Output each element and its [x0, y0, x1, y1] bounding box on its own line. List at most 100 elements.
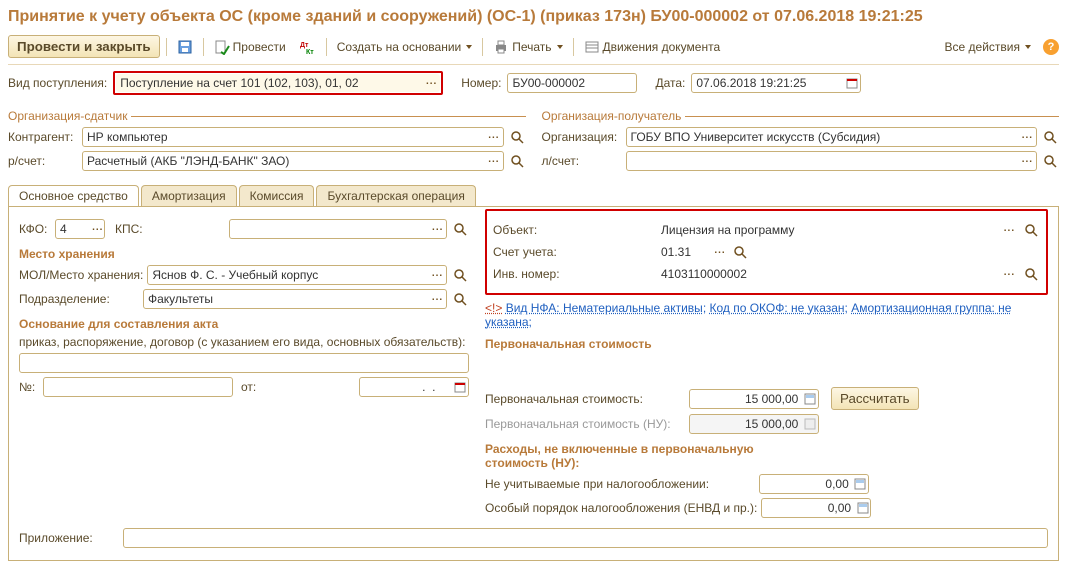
post-close-button[interactable]: Провести и закрыть — [8, 35, 160, 58]
kfo-field[interactable]: ... — [55, 219, 105, 239]
search-icon[interactable] — [1022, 265, 1040, 283]
org-field[interactable]: ... — [626, 127, 1038, 147]
caret-icon — [466, 45, 472, 49]
dtkt-button[interactable]: ДтКт — [296, 36, 320, 58]
calc-icon[interactable] — [853, 475, 868, 493]
separator — [326, 38, 327, 56]
date-field[interactable] — [691, 73, 861, 93]
save-icon-button[interactable] — [173, 36, 197, 58]
ellipsis-icon[interactable]: ... — [1019, 128, 1036, 146]
ellipsis-icon[interactable]: ... — [1001, 265, 1018, 283]
search-icon[interactable] — [508, 152, 526, 170]
akt-text-input[interactable] — [20, 356, 468, 370]
calc-icon[interactable] — [802, 390, 818, 408]
date-input[interactable] — [692, 76, 844, 90]
raccount-input[interactable] — [83, 154, 485, 168]
dept-input[interactable] — [144, 292, 429, 306]
envd-input[interactable] — [762, 501, 855, 515]
kontragent-label: Контрагент: — [8, 130, 78, 144]
notax-input[interactable] — [760, 477, 853, 491]
mol-input[interactable] — [148, 268, 429, 282]
ellipsis-icon[interactable]: ... — [485, 152, 502, 170]
mol-field[interactable]: ... — [147, 265, 447, 285]
search-icon[interactable] — [451, 266, 469, 284]
ellipsis-icon[interactable]: ... — [1001, 221, 1018, 239]
separator — [166, 38, 167, 56]
laccount-field[interactable]: ... — [626, 151, 1038, 171]
print-button[interactable]: Печать — [489, 36, 566, 58]
akt-head: Основание для составления акта — [19, 317, 469, 331]
inv-field[interactable]: ... — [657, 265, 1018, 283]
tab-operation[interactable]: Бухгалтерская операция — [316, 185, 475, 206]
receiver-group: Организация-получатель — [542, 109, 1060, 123]
account-field[interactable]: ... — [657, 243, 727, 261]
notax-field[interactable] — [759, 474, 869, 494]
ellipsis-icon[interactable]: ... — [713, 243, 727, 261]
help-icon[interactable]: ? — [1043, 39, 1059, 55]
tab-os[interactable]: Основное средство — [8, 185, 139, 206]
num-label: №: — [19, 380, 39, 394]
recalculate-button[interactable]: Рассчитать — [831, 387, 919, 410]
raccount-field[interactable]: ... — [82, 151, 504, 171]
nfa-link1[interactable]: Вид НФА: Нематериальные активы — [506, 301, 703, 315]
akt-text-field[interactable] — [19, 353, 469, 373]
dept-field[interactable]: ... — [143, 289, 447, 309]
first-cost-field[interactable] — [689, 389, 819, 409]
object-field[interactable]: ... — [657, 221, 1018, 239]
org-input[interactable] — [627, 130, 1019, 144]
num-input[interactable] — [44, 380, 232, 394]
calendar-icon[interactable] — [453, 378, 468, 396]
ot-input[interactable] — [360, 380, 453, 394]
search-icon[interactable] — [451, 220, 469, 238]
ot-field[interactable] — [359, 377, 469, 397]
ellipsis-icon[interactable]: ... — [485, 128, 502, 146]
search-icon[interactable] — [508, 128, 526, 146]
receipt-type-input[interactable] — [116, 76, 423, 90]
tab-commission[interactable]: Комиссия — [239, 185, 315, 206]
ellipsis-icon[interactable]: ... — [92, 220, 104, 238]
receipt-type-field[interactable]: ... — [116, 74, 440, 92]
create-based-button[interactable]: Создать на основании — [333, 37, 477, 57]
account-input[interactable] — [657, 245, 713, 259]
ellipsis-icon[interactable]: ... — [429, 266, 446, 284]
provesti-button[interactable]: Провести — [210, 36, 290, 58]
tab-amort[interactable]: Амортизация — [141, 185, 237, 206]
ellipsis-icon[interactable]: ... — [423, 74, 440, 92]
num-field[interactable] — [43, 377, 233, 397]
first-cost-input[interactable] — [690, 392, 802, 406]
first-cost-nu-input — [690, 417, 802, 431]
print-label: Печать — [512, 40, 551, 54]
expenses-head: Расходы, не включенные в первоначальную … — [485, 442, 805, 470]
kps-label: КПС: — [115, 222, 225, 236]
svg-text:Кт: Кт — [306, 49, 314, 55]
calc-icon[interactable] — [855, 499, 870, 517]
search-icon[interactable] — [731, 243, 749, 261]
attach-field[interactable] — [123, 528, 1048, 548]
search-icon[interactable] — [1022, 221, 1040, 239]
envd-label: Особый порядок налогообложения (ЕНВД и п… — [485, 501, 757, 515]
kps-field[interactable]: ... — [229, 219, 447, 239]
object-input[interactable] — [657, 223, 1001, 237]
ellipsis-icon[interactable]: ... — [1019, 152, 1036, 170]
nfa-link2[interactable]: Код по ОКОФ: не указан — [709, 301, 844, 315]
search-icon[interactable] — [1041, 152, 1059, 170]
envd-field[interactable] — [761, 498, 871, 518]
kps-input[interactable] — [230, 222, 429, 236]
inv-input[interactable] — [657, 267, 1001, 281]
all-actions-button[interactable]: Все действия — [941, 37, 1035, 57]
search-icon[interactable] — [1041, 128, 1059, 146]
calendar-icon[interactable] — [844, 74, 860, 92]
mol-label: МОЛ/Место хранения: — [19, 268, 143, 282]
ellipsis-icon[interactable]: ... — [429, 290, 446, 308]
kontragent-field[interactable]: ... — [82, 127, 504, 147]
laccount-input[interactable] — [627, 154, 1019, 168]
kontragent-input[interactable] — [83, 130, 485, 144]
number-field[interactable] — [507, 73, 637, 93]
ellipsis-icon[interactable]: ... — [429, 220, 446, 238]
movements-button[interactable]: Движения документа — [580, 36, 725, 58]
attach-input[interactable] — [124, 531, 1047, 545]
kfo-input[interactable] — [56, 222, 92, 236]
number-input[interactable] — [508, 76, 636, 90]
search-icon[interactable] — [451, 290, 469, 308]
separator — [203, 38, 204, 56]
